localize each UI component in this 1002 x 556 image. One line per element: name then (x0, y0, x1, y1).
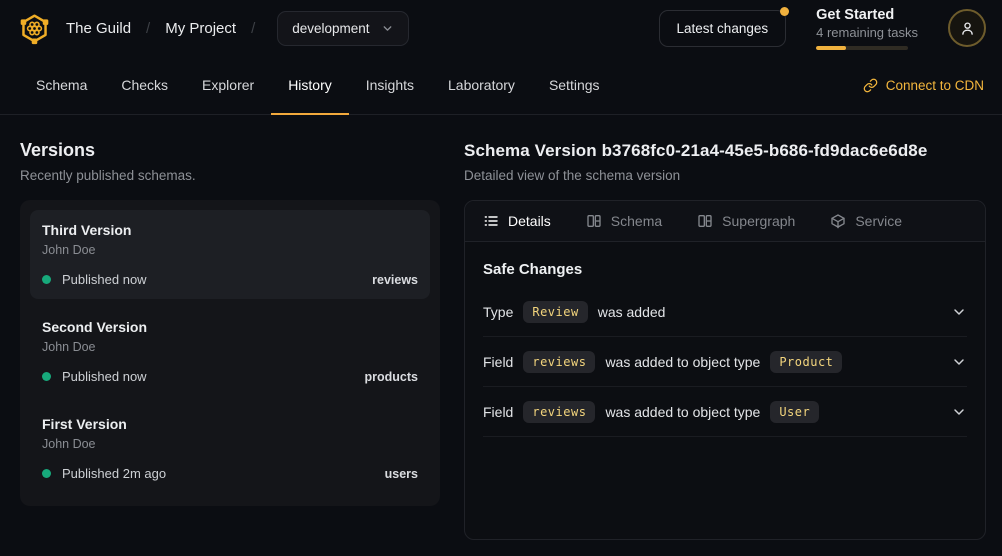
columns-icon (586, 213, 602, 229)
change-middle: was added (598, 304, 666, 320)
tab-service[interactable]: Service (830, 213, 902, 229)
safe-changes-heading: Safe Changes (483, 261, 967, 278)
get-started-progress-fill (816, 46, 846, 50)
breadcrumb-separator: / (146, 20, 150, 37)
published-dot (42, 469, 51, 478)
top-bar: The Guild / My Project / development Lat… (0, 0, 1002, 56)
tab-details-label: Details (508, 213, 551, 229)
cube-icon (830, 213, 846, 229)
change-list: Type Review was added Field reviews was … (483, 287, 967, 437)
latest-changes-label: Latest changes (677, 21, 769, 36)
breadcrumb-project[interactable]: My Project (165, 20, 236, 37)
breadcrumb-org[interactable]: The Guild (66, 20, 131, 37)
get-started-progress-bar (816, 46, 908, 50)
change-middle: was added to object type (605, 404, 760, 420)
breadcrumb: The Guild / My Project / development (18, 11, 409, 46)
version-list-item[interactable]: First Version John Doe Published 2m ago … (30, 404, 430, 493)
detail-body: Safe Changes Type Review was added Field (465, 242, 985, 437)
change-prefix: Field (483, 354, 513, 370)
tab-schema-view[interactable]: Schema (586, 213, 662, 229)
version-title: Second Version (42, 319, 418, 335)
version-status: Published now (62, 369, 147, 384)
detail-tabs: Details Schema S (465, 201, 985, 242)
version-service: reviews (372, 273, 418, 287)
tab-checks[interactable]: Checks (104, 56, 185, 115)
chevron-down-icon[interactable] (951, 304, 967, 320)
chevron-down-icon (381, 22, 394, 35)
tab-settings[interactable]: Settings (532, 56, 617, 115)
schema-version-detail-box: Details Schema S (464, 200, 986, 540)
published-dot (42, 372, 51, 381)
version-author: John Doe (42, 340, 418, 354)
get-started-title: Get Started (816, 7, 918, 23)
version-author: John Doe (42, 437, 418, 451)
change-row[interactable]: Type Review was added (483, 287, 967, 337)
target-selector-value: development (292, 21, 369, 36)
tab-service-label: Service (855, 213, 902, 229)
nav-tabs: Schema Checks Explorer History Insights … (19, 56, 617, 114)
version-author: John Doe (42, 243, 418, 257)
notification-dot-icon (780, 7, 789, 16)
change-badge: Product (770, 351, 842, 373)
change-badge: Review (523, 301, 587, 323)
target-selector-dropdown[interactable]: development (277, 11, 408, 46)
schema-version-title: Schema Version b3768fc0-21a4-45e5-b686-f… (464, 141, 986, 161)
hive-logo-icon[interactable] (18, 12, 51, 45)
columns-icon (697, 213, 713, 229)
change-row[interactable]: Field reviews was added to object type U… (483, 387, 967, 437)
link-icon (863, 78, 878, 93)
tab-supergraph[interactable]: Supergraph (697, 213, 795, 229)
version-list-item[interactable]: Third Version John Doe Published now rev… (30, 210, 430, 299)
connect-to-cdn-link[interactable]: Connect to CDN (863, 56, 1002, 114)
get-started-subtitle: 4 remaining tasks (816, 25, 918, 40)
change-row[interactable]: Field reviews was added to object type P… (483, 337, 967, 387)
tab-explorer[interactable]: Explorer (185, 56, 271, 115)
version-list-item[interactable]: Second Version John Doe Published now pr… (30, 307, 430, 396)
tab-supergraph-label: Supergraph (722, 213, 795, 229)
tab-insights[interactable]: Insights (349, 56, 431, 115)
tab-laboratory[interactable]: Laboratory (431, 56, 532, 115)
list-icon (483, 213, 499, 229)
versions-panel: Versions Recently published schemas. Thi… (20, 115, 440, 540)
version-title: Third Version (42, 222, 418, 238)
change-badge: reviews (523, 401, 595, 423)
version-status: Published 2m ago (62, 466, 166, 481)
tab-details[interactable]: Details (483, 213, 551, 229)
versions-list: Third Version John Doe Published now rev… (20, 200, 440, 506)
tab-schema-view-label: Schema (611, 213, 662, 229)
versions-title: Versions (20, 140, 440, 161)
version-service: users (385, 467, 418, 481)
latest-changes-button[interactable]: Latest changes (659, 10, 787, 47)
change-badge: User (770, 401, 819, 423)
tab-history[interactable]: History (271, 56, 349, 115)
breadcrumb-separator: / (251, 20, 255, 37)
published-dot (42, 275, 51, 284)
chevron-down-icon[interactable] (951, 404, 967, 420)
user-avatar[interactable] (948, 9, 986, 47)
version-status: Published now (62, 272, 147, 287)
get-started-widget[interactable]: Get Started 4 remaining tasks (816, 7, 918, 50)
versions-subtitle: Recently published schemas. (20, 168, 440, 183)
tab-schema[interactable]: Schema (19, 56, 104, 115)
change-middle: was added to object type (605, 354, 760, 370)
chevron-down-icon[interactable] (951, 354, 967, 370)
project-nav: Schema Checks Explorer History Insights … (0, 56, 1002, 115)
schema-version-subtitle: Detailed view of the schema version (464, 168, 986, 183)
change-prefix: Type (483, 304, 513, 320)
user-icon (959, 20, 976, 37)
change-badge: reviews (523, 351, 595, 373)
change-prefix: Field (483, 404, 513, 420)
version-title: First Version (42, 416, 418, 432)
schema-version-detail-panel: Schema Version b3768fc0-21a4-45e5-b686-f… (464, 115, 986, 540)
connect-to-cdn-label: Connect to CDN (886, 78, 984, 93)
version-service: products (365, 370, 418, 384)
main-content: Versions Recently published schemas. Thi… (0, 115, 1002, 540)
